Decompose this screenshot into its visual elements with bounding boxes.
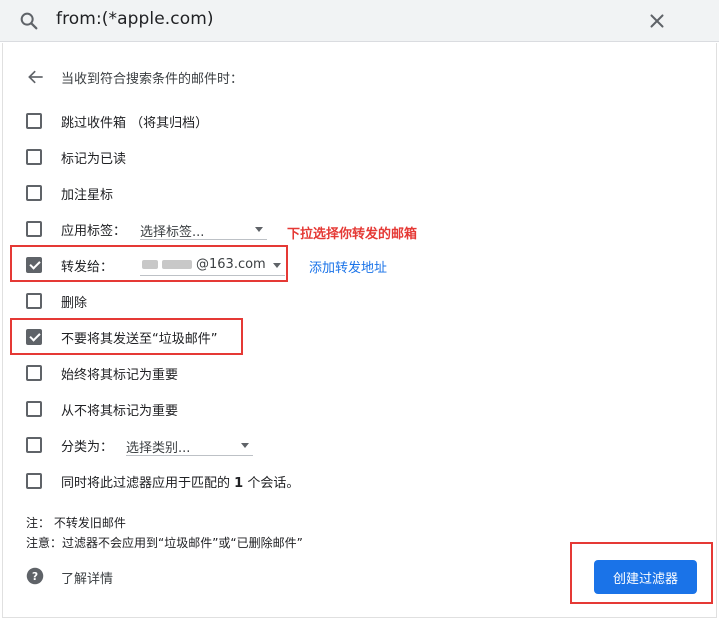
help-icon[interactable]: ? — [26, 567, 44, 585]
option-label: 删除 — [61, 295, 88, 311]
filter-heading: 当收到符合搜索条件的邮件时： — [61, 72, 244, 87]
note-spam-deleted: 注意：过滤器不会应用到“垃圾邮件”或“已删除邮件” — [26, 536, 303, 550]
label-select-value: 选择标签... — [140, 225, 205, 240]
always-important-checkbox[interactable] — [26, 365, 42, 381]
option-label: 从不将其标记为重要 — [61, 403, 179, 419]
option-label: 跳过收件箱 （将其归档） — [61, 115, 209, 131]
dropdown-arrow-icon — [255, 227, 263, 232]
option-label: 应用标签： — [61, 223, 127, 239]
category-select-value: 选择类别... — [126, 441, 191, 456]
add-forward-address-link[interactable]: 添加转发地址 — [309, 257, 387, 276]
search-icon[interactable] — [18, 10, 40, 32]
svg-text:?: ? — [32, 571, 38, 583]
option-skip-inbox[interactable]: 跳过收件箱 （将其归档） — [26, 110, 208, 132]
option-categorize[interactable]: 分类为： — [26, 434, 113, 456]
option-always-important[interactable]: 始终将其标记为重要 — [26, 362, 178, 384]
option-label: 标记为已读 — [61, 151, 127, 167]
category-select[interactable]: 选择类别... — [126, 436, 253, 456]
apply-label-checkbox[interactable] — [26, 221, 42, 237]
option-label: 分类为： — [61, 439, 114, 455]
dropdown-arrow-icon — [241, 443, 249, 448]
search-query[interactable]: from:(*apple.com) — [56, 9, 214, 29]
option-delete[interactable]: 删除 — [26, 290, 87, 312]
option-apply-label[interactable]: 应用标签： — [26, 218, 126, 240]
option-never-important[interactable]: 从不将其标记为重要 — [26, 398, 178, 420]
note-no-old-mail: 注： 不转发旧邮件 — [26, 516, 126, 530]
option-label: 加注星标 — [61, 187, 114, 203]
option-star[interactable]: 加注星标 — [26, 182, 113, 204]
option-label: 始终将其标记为重要 — [61, 367, 179, 383]
mark-read-checkbox[interactable] — [26, 149, 42, 165]
skip-inbox-checkbox[interactable] — [26, 113, 42, 129]
annotation-text: 下拉选择你转发的邮箱 — [287, 227, 418, 242]
label-select[interactable]: 选择标签... — [140, 220, 267, 240]
annotation-box-forward — [10, 245, 288, 282]
option-mark-read[interactable]: 标记为已读 — [26, 146, 126, 168]
back-arrow-icon[interactable] — [26, 67, 46, 87]
categorize-checkbox[interactable] — [26, 437, 42, 453]
learn-more-link[interactable]: 了解详情 — [61, 568, 113, 587]
never-important-checkbox[interactable] — [26, 401, 42, 417]
close-icon[interactable] — [646, 10, 668, 32]
annotation-box-never-spam — [10, 318, 243, 355]
star-checkbox[interactable] — [26, 185, 42, 201]
option-apply-existing[interactable]: 同时将此过滤器应用于匹配的 1 个会话。 — [26, 470, 299, 492]
apply-existing-checkbox[interactable] — [26, 473, 42, 489]
annotation-box-create — [570, 542, 713, 604]
delete-checkbox[interactable] — [26, 293, 42, 309]
search-bar: from:(*apple.com) — [0, 0, 719, 42]
option-label: 同时将此过滤器应用于匹配的 1 个会话。 — [61, 475, 300, 491]
